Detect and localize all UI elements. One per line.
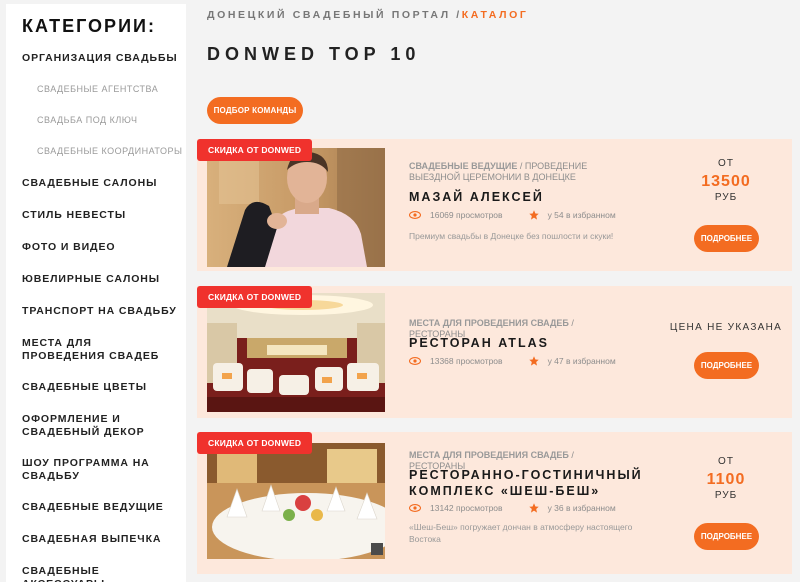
sidebar-item-hosts[interactable]: СВАДЕБНЫЕ ВЕДУЩИЕ — [22, 501, 182, 514]
category-primary-link[interactable]: МЕСТА ДЛЯ ПРОВЕДЕНИЯ СВАДЕБ — [409, 318, 569, 328]
eye-icon — [409, 211, 421, 219]
sidebar-item-show-program[interactable]: ШОУ ПРОГРАММА НА СВАДЬБУ — [22, 457, 162, 483]
listing-card: СКИДКА ОТ DONWED МЕСТА ДЛЯ ПРОВЕДЕНИЯ СВ… — [197, 286, 792, 418]
listing-stats: 13368 просмотров у 47 в избранном — [409, 355, 616, 367]
category-primary-link[interactable]: МЕСТА ДЛЯ ПРОВЕДЕНИЯ СВАДЕБ — [409, 450, 569, 460]
listing-title[interactable]: МАЗАЙ АЛЕКСЕЙ — [409, 189, 659, 205]
price-value: 13500 — [701, 173, 751, 190]
views-count: 13368 просмотров — [430, 356, 503, 366]
price-from-label: ОТ — [718, 456, 734, 467]
price-from-label: ОТ — [718, 158, 734, 169]
star-icon[interactable] — [528, 356, 539, 366]
sidebar-item-transport[interactable]: ТРАНСПОРТ НА СВАДЬБУ — [22, 305, 182, 318]
price-block: ОТ 1100 РУБ — [665, 456, 787, 501]
eye-icon — [409, 504, 421, 512]
banquet-table-photo[interactable] — [207, 443, 385, 559]
price-block: ОТ 13500 РУБ — [665, 158, 787, 203]
views-count: 13142 просмотров — [430, 503, 503, 513]
sidebar-item-venues[interactable]: МЕСТА ДЛЯ ПРОВЕДЕНИЯ СВАДЕБ — [22, 337, 172, 363]
sidebar-item-jewelry[interactable]: ЮВЕЛИРНЫЕ САЛОНЫ — [22, 273, 182, 286]
page-title: DONWED TOP 10 — [207, 44, 421, 64]
sidebar-item-wedding-agencies[interactable]: СВАДЕБНЫЕ АГЕНТСТВА — [22, 83, 182, 96]
sidebar-item-bride-style[interactable]: СТИЛЬ НЕВЕСТЫ — [22, 209, 182, 222]
breadcrumb-home[interactable]: ДОНЕЦКИЙ СВАДЕБНЫЙ ПОРТАЛ — [207, 9, 451, 21]
sidebar-item-bakery[interactable]: СВАДЕБНАЯ ВЫПЕЧКА — [22, 533, 182, 546]
views-count: 16069 просмотров — [430, 210, 503, 220]
eye-icon — [409, 357, 421, 365]
listing-title[interactable]: РЕСТОРАННО-ГОСТИНИЧНЫЙ КОМПЛЕКС «ШЕШ-БЕШ… — [409, 467, 649, 499]
details-button[interactable]: ПОДРОБНЕЕ — [694, 352, 759, 379]
details-button[interactable]: ПОДРОБНЕЕ — [694, 225, 759, 252]
listing-stats: 16069 просмотров у 54 в избранном — [409, 209, 616, 221]
price-not-set: ЦЕНА НЕ УКАЗАНА — [669, 322, 783, 333]
listing-card: СКИДКА ОТ DONWED СВАДЕБНЫЕ ВЕДУЩИЕ / ПРО… — [197, 139, 792, 271]
sidebar-item-accessories[interactable]: СВАДЕБНЫЕ АКСЕССУАРЫ — [22, 565, 182, 582]
price-value: 1100 — [706, 471, 746, 488]
sidebar-item-wedding-organization[interactable]: ОРГАНИЗАЦИЯ СВАДЬБЫ — [22, 52, 182, 65]
sidebar-item-flowers[interactable]: СВАДЕБНЫЕ ЦВЕТЫ — [22, 381, 182, 394]
listing-title[interactable]: РЕСТОРАН ATLAS — [409, 335, 659, 351]
price-block: ЦЕНА НЕ УКАЗАНА — [665, 322, 787, 333]
listing-card: СКИДКА ОТ DONWED МЕСТА ДЛЯ ПРОВЕДЕНИЯ СВ… — [197, 432, 792, 574]
discount-badge: СКИДКА ОТ DONWED — [197, 139, 313, 161]
category-primary-link[interactable]: СВАДЕБНЫЕ ВЕДУЩИЕ — [409, 161, 517, 171]
listing-description: «Шеш-Беш» погружает дончан в атмосферу н… — [409, 522, 633, 544]
discount-badge: СКИДКА ОТ DONWED — [197, 286, 313, 308]
favorites-count: у 36 в избранном — [547, 503, 616, 513]
price-currency: РУБ — [714, 192, 738, 203]
favorites-count: у 54 в избранном — [547, 210, 616, 220]
breadcrumb: ДОНЕЦКИЙ СВАДЕБНЫЙ ПОРТАЛ /КАТАЛОГ — [207, 9, 528, 21]
details-button[interactable]: ПОДРОБНЕЕ — [694, 523, 759, 550]
favorites-count: у 47 в избранном — [547, 356, 616, 366]
breadcrumb-current: КАТАЛОГ — [461, 9, 529, 21]
card-categories: СВАДЕБНЫЕ ВЕДУЩИЕ / ПРОВЕДЕНИЕ ВЫЕЗДНОЙ … — [409, 161, 624, 183]
listing-description: Премиум свадьбы в Донецке без пошлости и… — [409, 231, 614, 241]
sidebar-item-bridal-salons[interactable]: СВАДЕБНЫЕ САЛОНЫ — [22, 177, 182, 190]
star-icon[interactable] — [528, 210, 539, 220]
sidebar-item-photo-video[interactable]: ФОТО И ВИДЕО — [22, 241, 182, 254]
discount-badge: СКИДКА ОТ DONWED — [197, 432, 313, 454]
price-currency: РУБ — [714, 490, 738, 501]
team-selection-button[interactable]: ПОДБОР КОМАНДЫ — [207, 97, 303, 124]
star-icon[interactable] — [528, 503, 539, 513]
restaurant-hall-photo[interactable] — [207, 293, 385, 412]
sidebar-item-turnkey-wedding[interactable]: СВАДЬБА ПОД КЛЮЧ — [22, 114, 182, 127]
listing-stats: 13142 просмотров у 36 в избранном — [409, 502, 616, 514]
sidebar-item-wedding-coordinators[interactable]: СВАДЕБНЫЕ КООРДИНАТОРЫ — [22, 145, 187, 158]
sidebar: КАТЕГОРИИ: ОРГАНИЗАЦИЯ СВАДЬБЫ СВАДЕБНЫЕ… — [6, 4, 186, 582]
sidebar-item-decor[interactable]: ОФОРМЛЕНИЕ И СВАДЕБНЫЙ ДЕКОР — [22, 413, 152, 439]
man-portrait-photo[interactable] — [207, 148, 385, 267]
sidebar-title: КАТЕГОРИИ: — [22, 16, 156, 36]
